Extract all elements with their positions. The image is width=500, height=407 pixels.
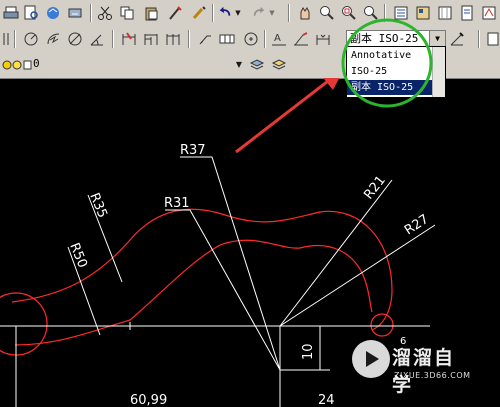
dim-style-value: 副本 ISO-25 bbox=[350, 32, 419, 45]
publish-icon[interactable] bbox=[44, 4, 61, 21]
label-6099: 60,99 bbox=[130, 393, 167, 407]
r21-leader bbox=[279, 179, 393, 327]
label-r35: R35 bbox=[86, 191, 109, 220]
zoom-realtime-icon[interactable] bbox=[318, 4, 335, 21]
tool-palettes-icon[interactable] bbox=[436, 4, 453, 21]
svg-text:A: A bbox=[274, 33, 281, 44]
baseline-dim-icon[interactable] bbox=[142, 30, 159, 47]
pan-icon[interactable] bbox=[296, 4, 313, 21]
continue-dim-icon[interactable] bbox=[164, 30, 181, 47]
cut-icon[interactable] bbox=[96, 4, 113, 21]
center-mark-icon[interactable] bbox=[242, 30, 259, 47]
layer-previous-icon[interactable] bbox=[270, 56, 287, 73]
print-icon[interactable] bbox=[2, 4, 19, 21]
copy-icon[interactable] bbox=[118, 4, 135, 21]
dim-update-icon[interactable] bbox=[314, 30, 331, 47]
design-center-icon[interactable] bbox=[414, 4, 431, 21]
left-circle bbox=[0, 292, 48, 356]
label-r21: R21 bbox=[361, 173, 389, 202]
label-r27: R27 bbox=[402, 212, 432, 239]
diameter-dim-icon[interactable] bbox=[66, 30, 83, 47]
dim-text-edit-icon[interactable] bbox=[292, 30, 309, 47]
dim-override-icon[interactable] bbox=[484, 30, 500, 47]
make-current-layer-icon[interactable] bbox=[248, 56, 265, 73]
plot-icon[interactable] bbox=[66, 4, 83, 21]
block-editor-icon[interactable] bbox=[190, 4, 207, 21]
sheet-set-icon[interactable] bbox=[458, 4, 475, 21]
linear-dim-icon[interactable] bbox=[2, 30, 10, 47]
dropdown-scrollbar[interactable] bbox=[432, 47, 445, 97]
dim-style-dropdown[interactable]: Annotative ISO-25 副本 ISO-25 bbox=[346, 46, 446, 98]
watermark-url: ZIXUE.3D66.COM bbox=[394, 371, 471, 380]
quick-dim-icon[interactable] bbox=[120, 30, 137, 47]
undo-dropdown-icon[interactable]: ▼ bbox=[234, 4, 242, 21]
label-24: 24 bbox=[318, 393, 335, 407]
radius-dim-icon[interactable] bbox=[22, 30, 39, 47]
s-curve-outer bbox=[11, 208, 393, 331]
undo-icon[interactable] bbox=[218, 4, 232, 21]
dropdown-option-copy-iso25[interactable]: 副本 ISO-25 bbox=[347, 80, 445, 95]
curve-geometry bbox=[0, 208, 394, 356]
r37-leader bbox=[180, 156, 281, 371]
markup-icon[interactable] bbox=[480, 4, 497, 21]
match-properties-icon[interactable] bbox=[166, 4, 183, 21]
watermark: 溜溜自学 ZIXUE.3D66.COM bbox=[352, 340, 472, 396]
label-10: 10 bbox=[301, 343, 316, 360]
r27-leader bbox=[279, 224, 436, 327]
standard-toolbar: ▼ ▼ bbox=[0, 0, 500, 27]
r31-leader bbox=[165, 209, 281, 371]
right-circle bbox=[370, 313, 394, 337]
properties-icon[interactable] bbox=[392, 4, 409, 21]
angular-dim-icon[interactable] bbox=[88, 30, 105, 47]
chevron-down-icon[interactable]: ▼ bbox=[429, 31, 445, 47]
dim-edit-icon[interactable]: A bbox=[270, 30, 287, 47]
dim-style-icon[interactable] bbox=[448, 30, 465, 47]
play-logo-icon bbox=[352, 340, 390, 378]
layer-state-icons[interactable] bbox=[2, 56, 32, 73]
zoom-previous-icon[interactable] bbox=[362, 4, 379, 21]
label-r50: R50 bbox=[66, 241, 89, 270]
redo-dropdown-icon[interactable]: ▼ bbox=[268, 4, 276, 21]
layer-combo[interactable]: 0 bbox=[30, 56, 245, 74]
tolerance-icon[interactable] bbox=[218, 30, 235, 47]
label-r31: R31 bbox=[164, 196, 190, 211]
paste-icon[interactable] bbox=[142, 4, 159, 21]
layer-chevron-down-icon[interactable]: ▼ bbox=[234, 56, 244, 73]
layer-value: 0 bbox=[33, 57, 40, 70]
s-curve-inner bbox=[14, 239, 373, 346]
plot-preview-icon[interactable] bbox=[22, 4, 39, 21]
label-r37: R37 bbox=[180, 143, 206, 158]
zoom-window-icon[interactable] bbox=[340, 4, 357, 21]
jogged-dim-icon[interactable] bbox=[44, 30, 61, 47]
annotation-arrow bbox=[235, 78, 340, 154]
watermark-title: 溜溜自学 bbox=[392, 347, 456, 396]
qleader-icon[interactable] bbox=[196, 30, 213, 47]
dropdown-option-annotative[interactable]: Annotative bbox=[347, 48, 445, 63]
redo-icon[interactable] bbox=[252, 4, 266, 21]
dropdown-option-iso25[interactable]: ISO-25 bbox=[347, 64, 445, 79]
